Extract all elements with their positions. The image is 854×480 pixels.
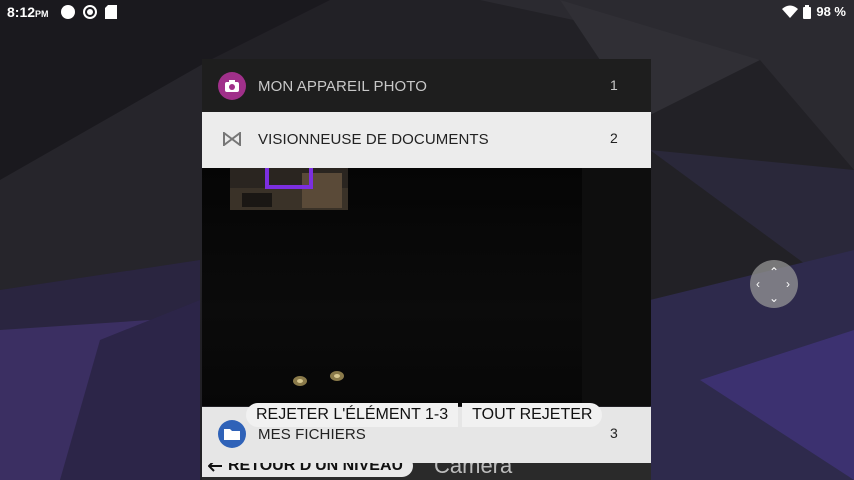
folder-icon [218, 420, 246, 448]
clock-time: 8:12 [7, 4, 36, 20]
dismiss-actions: REJETER L'ÉLÉMENT 1-3 TOUT REJETER [246, 403, 603, 427]
recent-card-number: 3 [610, 425, 618, 441]
back-level-button[interactable]: RETOUR D'UN NIVEAU [202, 463, 414, 477]
circle-notification-icon [61, 5, 75, 19]
dismiss-all-button[interactable]: TOUT REJETER [462, 403, 603, 427]
preview-image [230, 168, 651, 406]
recent-card-title: MON APPAREIL PHOTO [258, 78, 428, 95]
chevron-left-icon: ‹ [756, 277, 760, 291]
camera-icon [218, 72, 246, 100]
recent-card-document-viewer[interactable]: VISIONNEUSE DE DOCUMENTS 2 [202, 112, 651, 168]
strip-app-title: Camera [434, 463, 513, 478]
chevron-right-icon: › [786, 277, 790, 291]
wifi-icon [782, 5, 799, 18]
status-bar: 8:12PM 98 % [0, 0, 854, 24]
recent-card-title: MES FICHIERS [258, 426, 366, 443]
app-preview-thumbnail[interactable] [202, 168, 651, 406]
back-level-label: RETOUR D'UN NIVEAU [228, 463, 404, 474]
clock: 8:12PM [7, 4, 49, 20]
floating-nav-button[interactable]: ⌃ ⌄ ‹ › [750, 260, 798, 308]
dismiss-item-button[interactable]: REJETER L'ÉLÉMENT 1-3 [246, 403, 459, 427]
recents-overview: MON APPAREIL PHOTO 1 VISIONNEUSE DE DOCU… [202, 59, 651, 480]
recent-card-title: VISIONNEUSE DE DOCUMENTS [258, 131, 489, 148]
battery-icon [803, 4, 812, 19]
sync-icon [83, 5, 97, 19]
document-viewer-icon [218, 125, 246, 153]
chevron-up-icon: ⌃ [769, 265, 780, 279]
recent-card-number: 2 [610, 130, 618, 146]
clock-ampm: PM [35, 9, 49, 19]
arrow-left-icon [208, 463, 222, 472]
recent-card-number: 1 [610, 77, 618, 93]
battery-percent: 98 % [816, 4, 846, 19]
chevron-down-icon: ⌄ [769, 291, 780, 305]
camera-card-strip[interactable]: RETOUR D'UN NIVEAU Camera [202, 463, 651, 480]
sd-card-icon [105, 5, 117, 19]
system-status: 98 % [782, 4, 846, 19]
recent-card-camera[interactable]: MON APPAREIL PHOTO 1 [202, 59, 651, 115]
notification-icons [61, 5, 117, 19]
